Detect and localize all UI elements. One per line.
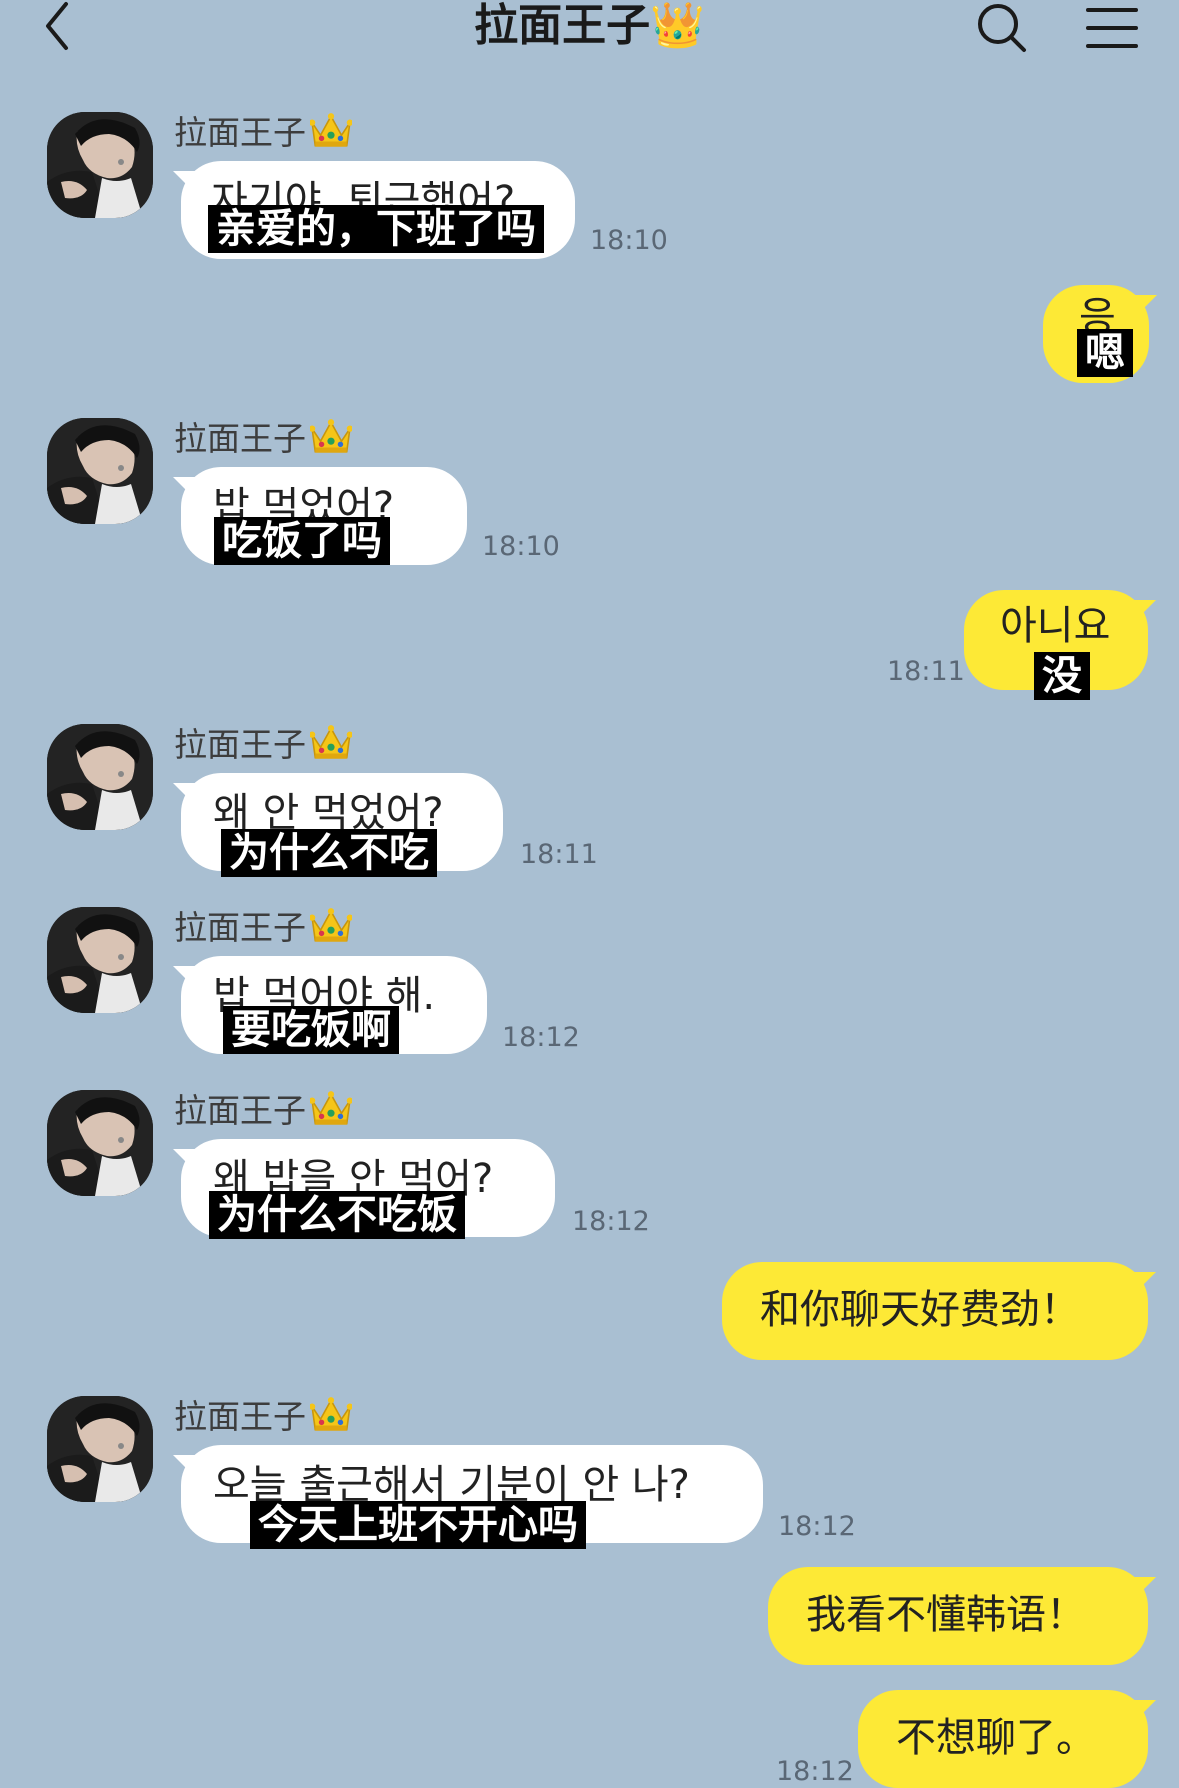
message-outgoing: 18:12 不想聊了。 <box>0 1690 1179 1788</box>
message-bubble[interactable]: 和你聊天好费劲！ <box>722 1262 1156 1360</box>
sender-name: 拉面王子 <box>174 112 352 153</box>
message-bubble[interactable]: 왜 밥을 안 먹어? 为什么不吃饭 <box>173 1139 555 1239</box>
message-bubble[interactable]: 오늘 출근해서 기분이 안 나? 今天上班不开心吗 <box>173 1445 763 1549</box>
sender-name: 拉面王子 <box>174 1396 352 1437</box>
avatar[interactable] <box>47 724 153 830</box>
crown-icon <box>310 418 352 456</box>
avatar[interactable] <box>47 418 153 524</box>
timestamp: 18:12 <box>502 1022 580 1053</box>
message-text: 我看不懂韩语！ <box>806 1592 1086 1638</box>
chat-header: 拉面王子👑 <box>0 0 1179 60</box>
message-incoming: 拉面王子 오늘 출근해서 기분이 안 나? 今天上班不开心吗 18:12 <box>0 1396 1179 1566</box>
message-bubble[interactable]: 不想聊了。 <box>858 1690 1156 1788</box>
crown-icon <box>310 724 352 762</box>
sender-name: 拉面王子 <box>174 418 352 459</box>
avatar[interactable] <box>47 907 153 1013</box>
sender-name: 拉面王子 <box>174 907 352 948</box>
search-icon <box>978 4 1026 52</box>
message-incoming: 拉面王子 왜 밥을 안 먹어? 为什么不吃饭 18:12 <box>0 1090 1179 1260</box>
timestamp: 18:12 <box>778 1511 856 1542</box>
avatar[interactable] <box>47 1090 153 1196</box>
message-outgoing: 응 嗯 <box>0 285 1179 395</box>
message-text: 不想聊了。 <box>896 1715 1096 1761</box>
menu-button[interactable] <box>1082 2 1142 54</box>
chinese-subtitle: 嗯 <box>1077 329 1133 377</box>
search-button[interactable] <box>972 0 1034 58</box>
message-incoming: 拉面王子 자기야, 퇴근했어? 亲爱的，下班了吗 18:10 <box>0 112 1179 282</box>
message-bubble[interactable]: 응 嗯 <box>1043 285 1157 383</box>
chinese-subtitle: 吃饭了吗 <box>214 517 390 565</box>
message-incoming: 拉面王子 밥 먹어야 해. 要吃饭啊 18:12 <box>0 907 1179 1077</box>
timestamp: 18:12 <box>572 1206 650 1237</box>
crown-icon <box>310 907 352 945</box>
sender-name: 拉面王子 <box>174 1090 352 1131</box>
message-bubble[interactable]: 자기야, 퇴근했어? 亲爱的，下班了吗 <box>173 161 575 259</box>
message-bubble[interactable]: 아니요 没 <box>964 590 1156 700</box>
timestamp: 18:12 <box>776 1756 854 1787</box>
chinese-subtitle: 为什么不吃饭 <box>209 1191 465 1239</box>
avatar[interactable] <box>47 112 153 218</box>
korean-text: 아니요 <box>1000 603 1111 649</box>
message-incoming: 拉面王子 왜 안 먹었어? 为什么不吃 18:11 <box>0 724 1179 894</box>
message-outgoing: 18:11 아니요 没 <box>0 590 1179 720</box>
hamburger-menu-icon <box>1086 8 1138 48</box>
message-incoming: 拉面王子 밥 먹었어? 吃饭了吗 18:10 <box>0 418 1179 588</box>
chinese-subtitle: 亲爱的，下班了吗 <box>208 205 544 253</box>
message-outgoing: 和你聊天好费劲！ <box>0 1262 1179 1366</box>
chinese-subtitle: 要吃饭啊 <box>223 1006 399 1054</box>
message-bubble[interactable]: 왜 안 먹었어? 为什么不吃 <box>173 773 503 877</box>
timestamp: 18:11 <box>520 839 598 870</box>
sender-name: 拉面王子 <box>174 724 352 765</box>
crown-icon <box>310 1396 352 1434</box>
message-outgoing: 我看不懂韩语！ <box>0 1567 1179 1671</box>
timestamp: 18:10 <box>590 225 668 256</box>
avatar[interactable] <box>47 1396 153 1502</box>
timestamp: 18:11 <box>887 656 965 687</box>
crown-icon <box>310 112 352 150</box>
message-bubble[interactable]: 我看不懂韩语！ <box>768 1567 1156 1665</box>
message-bubble[interactable]: 밥 먹었어? 吃饭了吗 <box>173 467 467 565</box>
message-text: 和你聊天好费劲！ <box>760 1287 1080 1333</box>
timestamp: 18:10 <box>482 531 560 562</box>
chinese-subtitle: 为什么不吃 <box>221 829 437 877</box>
message-bubble[interactable]: 밥 먹어야 해. 要吃饭啊 <box>173 956 487 1054</box>
chinese-subtitle: 今天上班不开心吗 <box>250 1501 586 1549</box>
chinese-subtitle: 没 <box>1034 652 1090 700</box>
crown-icon <box>310 1090 352 1128</box>
